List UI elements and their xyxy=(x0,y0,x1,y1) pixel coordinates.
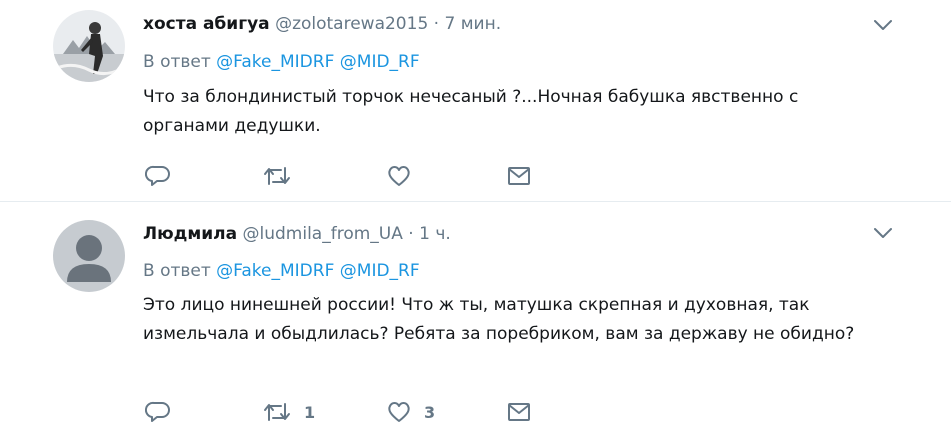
tweet[interactable]: Людмила @ludmila_from_UA · 1 ч. В ответ … xyxy=(0,202,951,431)
chevron-down-icon[interactable] xyxy=(873,225,893,239)
username[interactable]: @zolotarewa2015 xyxy=(275,14,428,34)
direct-message-icon xyxy=(508,167,530,185)
direct-message-icon xyxy=(508,403,530,421)
display-name[interactable]: хоста абигуа xyxy=(143,14,270,34)
tweet-actions xyxy=(143,163,543,189)
reply-prefix: В ответ xyxy=(143,52,211,72)
timestamp[interactable]: 7 мин. xyxy=(444,14,501,34)
retweet-icon xyxy=(264,403,290,421)
reply-button[interactable] xyxy=(145,399,183,425)
chevron-down-icon[interactable] xyxy=(873,17,893,31)
avatar[interactable] xyxy=(53,220,125,292)
retweet-count: 1 xyxy=(304,402,316,422)
like-count: 3 xyxy=(424,402,436,422)
tweet-text: Что за блондинистый торчок нечесаный ?..… xyxy=(143,87,799,136)
tweet-header: Людмила @ludmila_from_UA · 1 ч. xyxy=(143,224,451,244)
retweet-button[interactable]: 1 xyxy=(262,399,315,425)
username[interactable]: @ludmila_from_UA xyxy=(243,224,403,244)
direct-message-button[interactable] xyxy=(506,399,532,425)
separator-dot: · xyxy=(408,224,414,244)
retweet-icon xyxy=(264,167,290,185)
reply-context: В ответ @Fake_MIDRF @MID_RF xyxy=(143,261,420,281)
tweet[interactable]: хоста абигуа @zolotarewa2015 · 7 мин. В … xyxy=(0,0,951,202)
separator-dot: · xyxy=(433,14,440,34)
like-icon xyxy=(388,166,410,186)
reply-button[interactable] xyxy=(145,163,183,189)
retweet-button[interactable] xyxy=(262,163,304,189)
tweet-text: Это лицо нинешней россии! Что ж ты, мату… xyxy=(143,295,855,344)
like-icon xyxy=(388,402,410,422)
direct-message-button[interactable] xyxy=(506,163,532,189)
reply-prefix: В ответ xyxy=(143,261,211,281)
mention-link[interactable]: @Fake_MIDRF xyxy=(216,52,334,72)
avatar[interactable] xyxy=(53,10,125,82)
like-button[interactable]: 3 xyxy=(386,399,435,425)
tweet-header: хоста абигуа @zolotarewa2015 · 7 мин. xyxy=(143,14,501,34)
mention-link[interactable]: @Fake_MIDRF xyxy=(216,261,334,281)
tweet-actions: 1 3 xyxy=(143,399,543,425)
reply-icon xyxy=(145,165,170,186)
reply-context: В ответ @Fake_MIDRF @MID_RF xyxy=(143,52,420,72)
mention-link[interactable]: @MID_RF xyxy=(340,261,420,281)
like-button[interactable] xyxy=(386,163,424,189)
mention-link[interactable]: @MID_RF xyxy=(340,52,420,72)
display-name[interactable]: Людмила xyxy=(143,224,237,244)
reply-icon xyxy=(145,401,170,422)
timestamp[interactable]: 1 ч. xyxy=(419,224,451,244)
